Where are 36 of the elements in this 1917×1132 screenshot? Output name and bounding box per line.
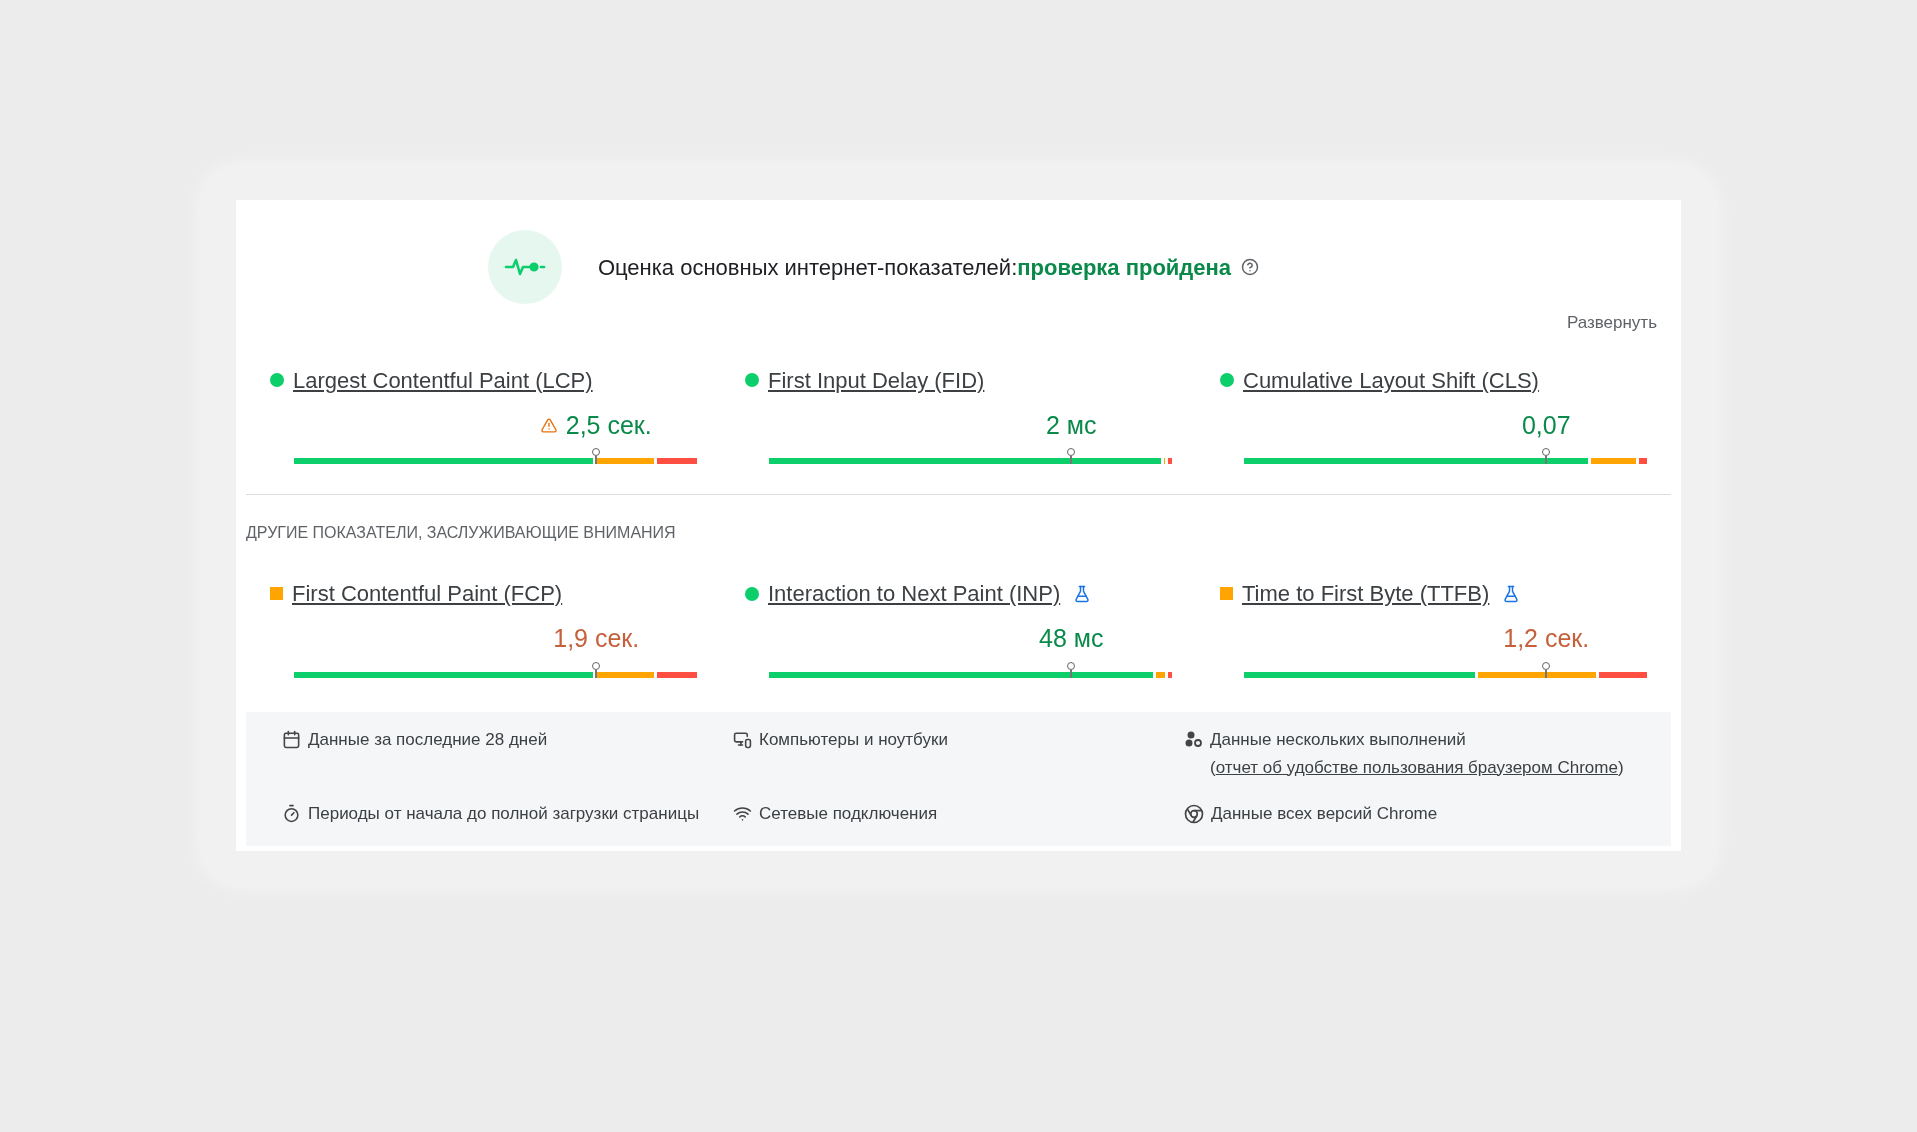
metric-link[interactable]: Time to First Byte (TTFB) (1242, 577, 1490, 610)
percentile-marker (1542, 661, 1551, 678)
percentile-marker (592, 661, 601, 678)
info-text: Сетевые подключения (759, 802, 938, 825)
metric-value: 2,5 сек. (565, 409, 652, 441)
help-icon[interactable] (1241, 258, 1260, 276)
info-text: Данные всех версий Chrome (1211, 802, 1438, 825)
info-text: Компьютеры и ноутбуки (759, 728, 948, 751)
metric-value: 1,2 сек. (1503, 623, 1590, 654)
expand-button[interactable]: Развернуть (1566, 310, 1657, 336)
metric-value: 48 мс (1039, 623, 1104, 654)
percentile-marker (592, 448, 601, 464)
assessment-title: Оценка основных интернет-показателей:проверка пройдена (597, 253, 1232, 282)
metric-value: 1,9 сек. (553, 623, 640, 654)
metric-value: 2 мс (1046, 409, 1097, 441)
percentile-marker (1542, 448, 1551, 464)
percentile-marker (1067, 661, 1076, 678)
report-link[interactable]: отчет об удобстве пользования браузером Chrome (1215, 757, 1618, 777)
metric-link[interactable]: First Contentful Paint (FCP) (292, 577, 563, 610)
percentile-marker (1067, 448, 1076, 464)
timer-icon (282, 803, 301, 823)
browser-logo-icon (1184, 803, 1204, 824)
info-text: Данные за последние 28 дней (308, 728, 548, 751)
info-text: Периоды от начала до полной загрузки страницы (308, 802, 700, 825)
info-text: Данные нескольких выполнений (отчет об удобстве пользования браузером Chrome) (1210, 728, 1625, 779)
metric-value: 0,07 (1521, 409, 1571, 441)
devices-icon (733, 729, 752, 749)
metric-link[interactable]: Interaction to Next Paint (INP) (768, 577, 1061, 610)
metric-link[interactable]: First Input Delay (FID) (768, 363, 985, 397)
metric-link[interactable]: Cumulative Layout Shift (CLS) (1243, 363, 1539, 397)
metric-link[interactable]: Largest Contentful Paint (LCP) (293, 363, 593, 397)
section-title: ДРУГИЕ ПОКАЗАТЕЛИ, ЗАСЛУЖИВАЮЩИЕ ВНИМАНИЯ (246, 523, 677, 543)
status-square (270, 587, 283, 600)
status-square (1220, 587, 1233, 600)
dots-icon (1184, 729, 1203, 749)
calendar-icon (282, 729, 301, 749)
